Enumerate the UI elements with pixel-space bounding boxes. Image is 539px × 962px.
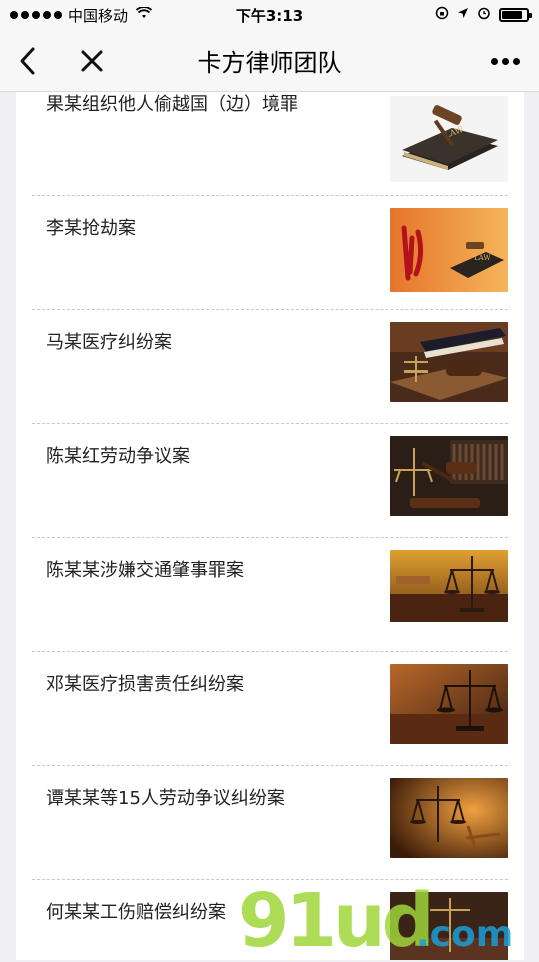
case-thumbnail-law-book: LAW	[390, 96, 508, 182]
case-title: 邓某医疗损害责任纠纷案	[46, 674, 244, 695]
case-list-item[interactable]: 陈某某涉嫌交通肇事罪案	[32, 538, 508, 652]
case-thumbnail-gavel-bookshelf	[390, 436, 508, 516]
case-thumbnail-scales-dark	[390, 892, 508, 960]
case-list-item[interactable]: 李某抢劫案 LAW	[32, 196, 508, 310]
close-icon	[81, 50, 103, 72]
more-options-button[interactable]	[485, 43, 525, 79]
case-title: 陈某某涉嫌交通肇事罪案	[46, 560, 244, 581]
case-list-item[interactable]: 陈某红劳动争议案	[32, 424, 508, 538]
chevron-left-icon	[20, 47, 35, 75]
orientation-lock-icon	[435, 6, 449, 24]
case-list: 果某组织他人偷越国（边）境罪 LAW 李某抢劫案 LAW 马某医疗纠纷案 陈某红…	[16, 92, 524, 960]
more-dot-icon	[512, 57, 520, 65]
signal-strength-icon	[10, 11, 62, 19]
case-title: 何某某工伤赔偿纠纷案	[46, 902, 226, 923]
case-thumbnail-scales-courtroom	[390, 664, 508, 744]
case-list-item[interactable]: 邓某医疗损害责任纠纷案	[32, 652, 508, 766]
case-thumbnail-books-gavel	[390, 322, 508, 402]
back-button[interactable]	[10, 43, 46, 79]
case-list-item[interactable]: 马某医疗纠纷案	[32, 310, 508, 424]
case-title: 果某组织他人偷越国（边）境罪	[46, 94, 298, 115]
location-icon	[457, 7, 469, 23]
close-button[interactable]	[74, 43, 110, 79]
battery-icon	[499, 8, 532, 22]
alarm-icon	[477, 6, 491, 24]
case-thumbnail-calligraphy-law: LAW	[390, 208, 508, 292]
case-list-item[interactable]: 果某组织他人偷越国（边）境罪 LAW	[32, 92, 508, 196]
status-bar: 中国移动 下午3:13	[0, 0, 539, 30]
carrier-name: 中国移动	[68, 6, 129, 25]
svg-text:LAW: LAW	[474, 254, 491, 262]
case-list-item[interactable]: 何某某工伤赔偿纠纷案	[32, 880, 508, 960]
case-title: 马某医疗纠纷案	[46, 332, 172, 353]
case-title: 谭某某等15人劳动争议纠纷案	[46, 788, 285, 809]
case-title: 李某抢劫案	[46, 218, 136, 239]
case-list-item[interactable]: 谭某某等15人劳动争议纠纷案	[32, 766, 508, 880]
case-title: 陈某红劳动争议案	[46, 446, 190, 467]
nav-bar: 卡方律师团队	[0, 30, 539, 92]
more-dot-icon	[501, 57, 509, 65]
case-thumbnail-scales-warm	[390, 778, 508, 858]
more-dot-icon	[490, 57, 498, 65]
wifi-icon	[135, 6, 153, 23]
case-thumbnail-scales	[390, 550, 508, 622]
